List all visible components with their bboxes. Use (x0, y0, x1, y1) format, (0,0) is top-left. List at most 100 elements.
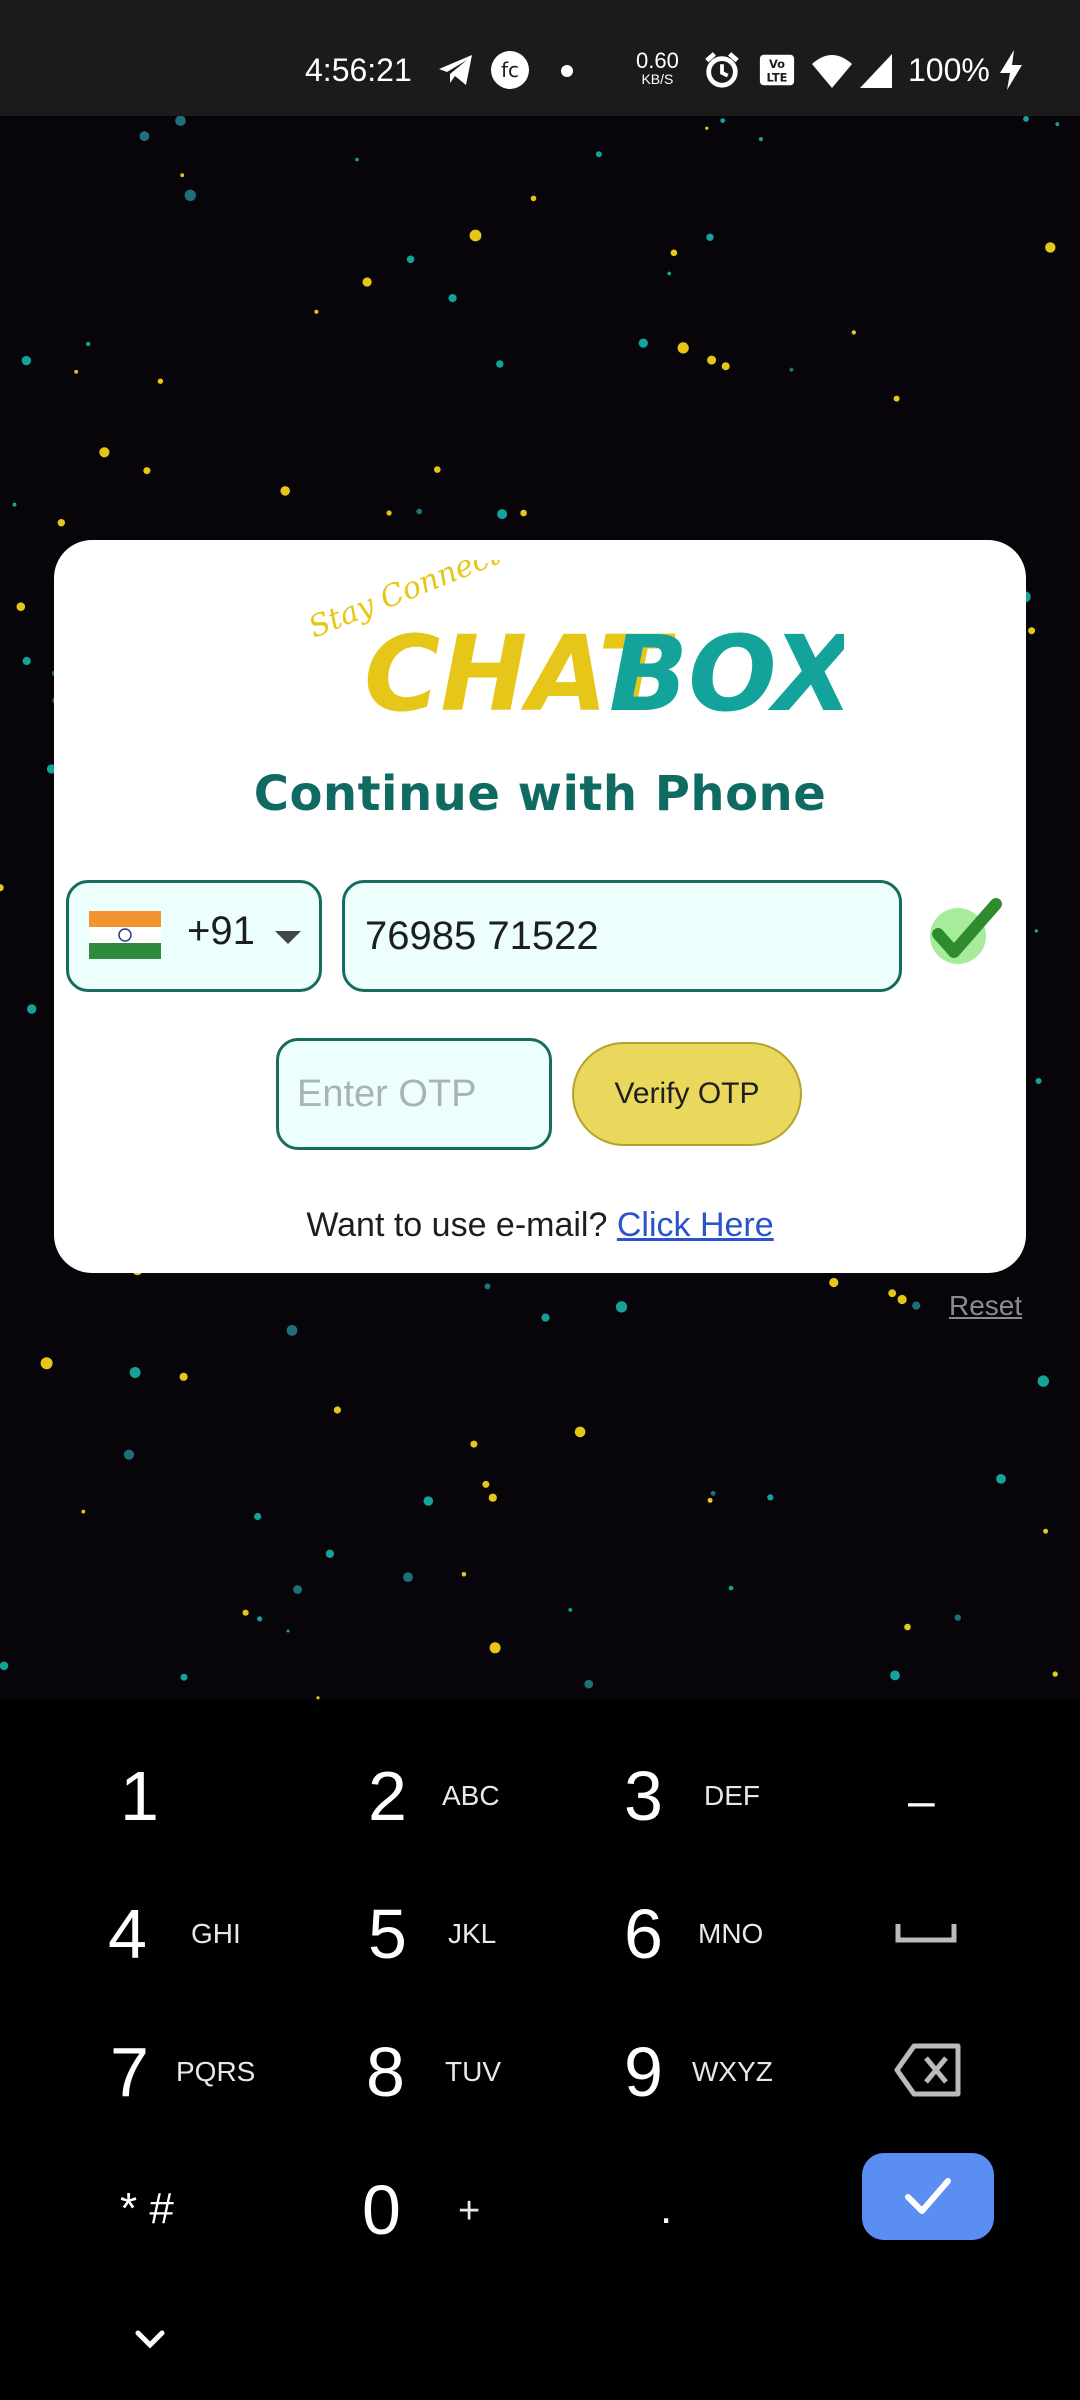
key-7[interactable]: 7 PQRS (60, 2006, 300, 2136)
key-5[interactable]: 5 JKL (310, 1868, 550, 1998)
star-dot (893, 395, 900, 402)
star-dot (180, 1673, 188, 1681)
key-3[interactable]: 3 DEF (568, 1730, 808, 1860)
star-dot (710, 1490, 716, 1496)
star-dot (355, 157, 359, 162)
star-dot (706, 233, 714, 241)
notification-dot-icon (561, 65, 573, 77)
key-backspace[interactable] (840, 2006, 1080, 2136)
star-dot (461, 1572, 467, 1577)
star-dot (721, 362, 730, 371)
country-code-selector[interactable]: +91 (66, 880, 322, 992)
status-bar: 4:56:21 fc 0.60 KB/S Vo LTE 100% (0, 0, 1080, 116)
key-9[interactable]: 9 WXYZ (568, 2006, 808, 2136)
star-dot (123, 1449, 135, 1460)
star-dot (1055, 122, 1060, 127)
star-dot (22, 656, 31, 666)
key-letters: TUV (445, 2056, 501, 2087)
star-dot (333, 1406, 341, 1414)
key-6[interactable]: 6 MNO (568, 1868, 808, 1998)
star-dot (257, 1616, 263, 1622)
star-dot (484, 1283, 491, 1290)
star-dot (16, 602, 26, 611)
star-dot (707, 355, 717, 365)
key-period[interactable]: . (568, 2144, 808, 2274)
key-number: 5 (368, 1895, 407, 1973)
key-number: 4 (108, 1895, 147, 1973)
key-number: 8 (366, 2033, 405, 2111)
star-dot (767, 1494, 774, 1501)
signal-icon (860, 54, 892, 88)
telegram-icon (439, 55, 472, 85)
key-letters: JKL (448, 1918, 497, 1949)
star-dot (0, 1661, 9, 1671)
star-dot (448, 294, 457, 303)
key-2[interactable]: 2 ABC (310, 1730, 550, 1860)
star-dot (423, 1496, 434, 1506)
star-dot (707, 1497, 713, 1503)
star-dot (57, 519, 65, 527)
key-number: 7 (110, 2033, 149, 2111)
key-0[interactable]: 0 + (310, 2144, 550, 2274)
star-dot (1037, 1375, 1050, 1387)
star-dot (897, 1294, 907, 1305)
star-dot (851, 330, 856, 335)
key-letters: MNO (698, 1918, 764, 1949)
star-dot (40, 1357, 53, 1370)
key-star-hash[interactable]: * # (60, 2144, 300, 2274)
star-dot (416, 508, 423, 515)
wifi-icon (812, 55, 852, 88)
verify-otp-button[interactable]: Verify OTP (572, 1042, 802, 1146)
charging-bolt-icon (1000, 50, 1022, 90)
star-dot (497, 509, 508, 520)
reset-link[interactable]: Reset (949, 1290, 1022, 1322)
star-dot (81, 1509, 86, 1514)
star-dot (362, 277, 372, 287)
star-dot (129, 1367, 141, 1378)
key-number: 0 (362, 2171, 401, 2249)
star-dot (325, 1549, 335, 1559)
star-dot (595, 151, 602, 158)
star-dot (705, 126, 709, 130)
otp-input[interactable] (276, 1038, 552, 1150)
key-space[interactable] (840, 1868, 1080, 1998)
key-letters: DEF (704, 1780, 760, 1811)
star-dot (12, 502, 17, 507)
star-dot (180, 173, 185, 178)
star-dot (1028, 627, 1036, 635)
key-letters: PQRS (176, 2056, 256, 2087)
star-dot (179, 1372, 188, 1381)
key-number: 6 (624, 1895, 663, 1973)
country-code: +91 (187, 909, 255, 953)
key-1[interactable]: 1 (60, 1730, 300, 1860)
svg-text:Vo: Vo (769, 57, 785, 71)
speed-unit: KB/S (641, 71, 674, 87)
enter-button[interactable] (862, 2153, 994, 2240)
logo-word-box: BOX (609, 613, 844, 735)
email-prompt: Want to use e-mail? (306, 1206, 608, 1244)
star-dot (720, 118, 726, 123)
key-number: * # (120, 2184, 174, 2233)
key-number: 3 (624, 1757, 663, 1835)
email-click-here-link[interactable]: Click Here (617, 1206, 774, 1244)
star-dot (470, 1440, 478, 1448)
star-dot (829, 1277, 839, 1288)
key-8[interactable]: 8 TUV (310, 2006, 550, 2136)
star-dot (482, 1480, 490, 1488)
battery-level: 100% (908, 52, 990, 88)
key-4[interactable]: 4 GHI (60, 1868, 300, 1998)
status-time: 4:56:21 (305, 52, 412, 88)
star-dot (280, 486, 291, 496)
star-dot (568, 1608, 573, 1612)
india-flag-icon (89, 911, 161, 959)
space-icon (895, 1924, 957, 1943)
star-dot (21, 355, 32, 366)
star-dot (99, 447, 110, 458)
chevron-down-icon[interactable] (130, 2325, 170, 2355)
fc-app-icon: fc (491, 51, 529, 89)
phone-number-input[interactable] (342, 880, 902, 992)
volte-icon: Vo LTE (759, 54, 795, 86)
star-dot (254, 1512, 262, 1521)
star-dot (890, 1670, 900, 1681)
key-dash[interactable]: – (840, 1730, 1080, 1860)
